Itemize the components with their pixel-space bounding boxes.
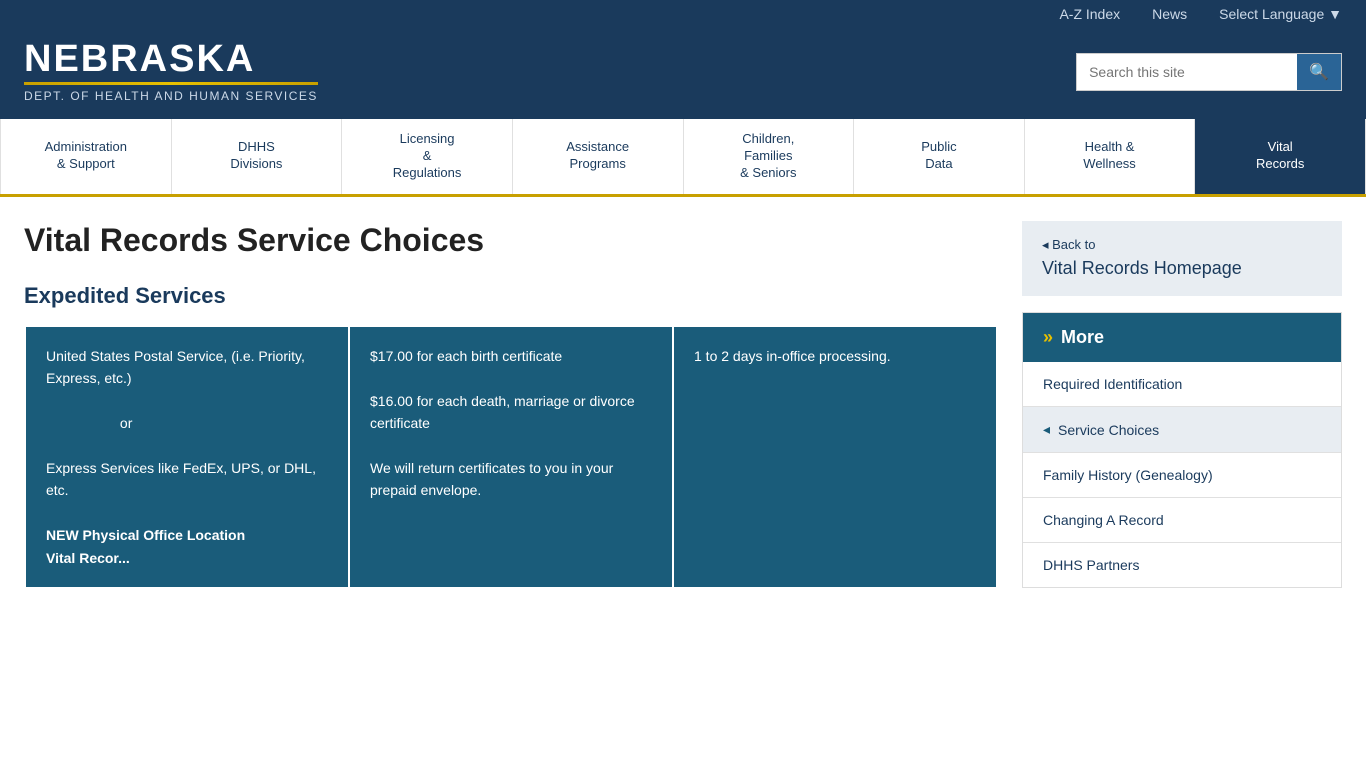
- logo-subtitle: DEPT. OF HEALTH AND HUMAN SERVICES: [24, 89, 318, 103]
- nav-item-assistance[interactable]: Assistance Programs: [513, 119, 684, 194]
- more-list: Required Identification Service Choices …: [1023, 362, 1341, 587]
- logo-nebraska: NEBRASKA: [24, 40, 318, 78]
- required-identification-link[interactable]: Required Identification: [1023, 362, 1341, 406]
- search-button[interactable]: 🔍: [1297, 54, 1341, 90]
- main-content: Vital Records Service Choices Expedited …: [0, 197, 1366, 629]
- table-row: United States Postal Service, (i.e. Prio…: [25, 326, 997, 588]
- list-item: Family History (Genealogy): [1023, 453, 1341, 498]
- service-table: United States Postal Service, (i.e. Prio…: [24, 325, 998, 589]
- section-title: Expedited Services: [24, 283, 998, 309]
- table-cell-pricing: $17.00 for each birth certificate $16.00…: [349, 326, 673, 588]
- nav-item-public-data[interactable]: Public Data: [854, 119, 1025, 194]
- nav-item-health[interactable]: Health & Wellness: [1025, 119, 1196, 194]
- content-area: Vital Records Service Choices Expedited …: [24, 221, 998, 589]
- list-item: Required Identification: [1023, 362, 1341, 407]
- nav-item-administration[interactable]: Administration & Support: [0, 119, 172, 194]
- changing-a-record-link[interactable]: Changing A Record: [1023, 498, 1341, 542]
- service-choices-link[interactable]: Service Choices: [1023, 407, 1341, 452]
- logo-underline: [24, 82, 318, 85]
- language-select[interactable]: Select Language ▼: [1219, 6, 1342, 22]
- more-header: » More: [1023, 313, 1341, 362]
- nav-item-vital-records[interactable]: Vital Records: [1195, 119, 1366, 194]
- nav-item-dhhs-divisions[interactable]: DHHS Divisions: [172, 119, 343, 194]
- table-cell-delivery: United States Postal Service, (i.e. Prio…: [25, 326, 349, 588]
- family-history-link[interactable]: Family History (Genealogy): [1023, 453, 1341, 497]
- nav-item-children[interactable]: Children, Families & Seniors: [684, 119, 855, 194]
- az-index-link[interactable]: A-Z Index: [1059, 6, 1120, 22]
- dhhs-partners-link[interactable]: DHHS Partners: [1023, 543, 1341, 587]
- search-input[interactable]: [1077, 56, 1297, 88]
- sidebar: ◂ Back to Vital Records Homepage » More …: [1022, 221, 1342, 589]
- list-item: DHHS Partners: [1023, 543, 1341, 587]
- back-arrow: ◂ Back to: [1042, 237, 1322, 253]
- main-nav: Administration & Support DHHS Divisions …: [0, 119, 1366, 197]
- page-title: Vital Records Service Choices: [24, 221, 998, 259]
- back-to-box[interactable]: ◂ Back to Vital Records Homepage: [1022, 221, 1342, 296]
- back-title: Vital Records Homepage: [1042, 257, 1322, 280]
- list-item: Changing A Record: [1023, 498, 1341, 543]
- chevrons-icon: »: [1043, 327, 1053, 348]
- search-box: 🔍: [1076, 53, 1342, 91]
- table-cell-processing: 1 to 2 days in-office processing.: [673, 326, 997, 588]
- news-link[interactable]: News: [1152, 6, 1187, 22]
- more-label: More: [1061, 327, 1104, 348]
- list-item-active: Service Choices: [1023, 407, 1341, 453]
- nav-item-licensing[interactable]: Licensing & Regulations: [342, 119, 513, 194]
- more-box: » More Required Identification Service C…: [1022, 312, 1342, 588]
- search-area: 🔍: [1076, 53, 1342, 91]
- top-bar: A-Z Index News Select Language ▼: [0, 0, 1366, 28]
- logo-area: NEBRASKA DEPT. OF HEALTH AND HUMAN SERVI…: [24, 40, 318, 103]
- header: NEBRASKA DEPT. OF HEALTH AND HUMAN SERVI…: [0, 28, 1366, 119]
